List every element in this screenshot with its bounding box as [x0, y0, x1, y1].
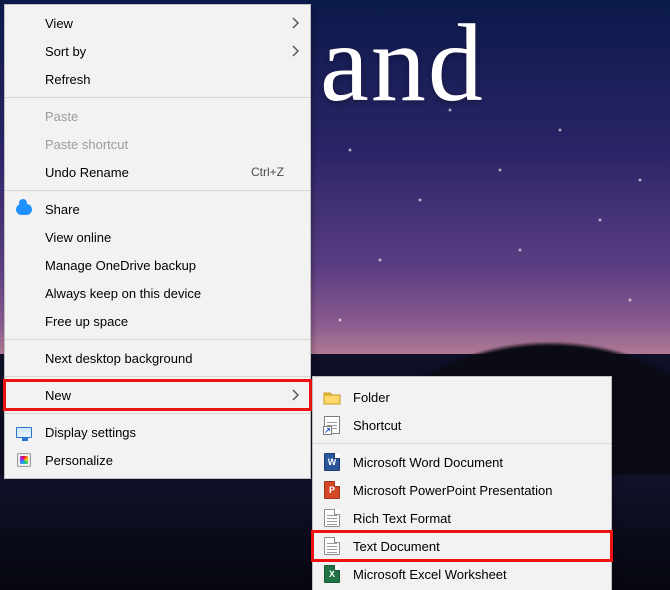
menu-separator	[313, 443, 611, 444]
menu-item-label: Refresh	[45, 72, 284, 87]
menu-item-label: Microsoft Word Document	[353, 455, 585, 470]
menu-item-view-online[interactable]: View online	[5, 223, 310, 251]
menu-item-label: Always keep on this device	[45, 286, 284, 301]
excel-file-icon: X	[323, 565, 341, 583]
word-file-icon: W	[323, 453, 341, 471]
rtf-file-icon	[323, 509, 341, 527]
menu-item-next-desktop-background[interactable]: Next desktop background	[5, 344, 310, 372]
wallpaper-script-text: and	[320, 0, 485, 127]
menu-separator	[5, 339, 310, 340]
desktop-context-menu: View Sort by Refresh Paste Paste shortcut Und…	[4, 4, 311, 479]
menu-item-manage-onedrive-backup[interactable]: Manage OneDrive backup	[5, 251, 310, 279]
cloud-icon	[15, 200, 33, 218]
new-item-rich-text-format[interactable]: Rich Text Format	[313, 504, 611, 532]
paint-icon	[15, 451, 33, 469]
menu-item-label: Microsoft Excel Worksheet	[353, 567, 585, 582]
menu-item-new[interactable]: New	[5, 381, 310, 409]
menu-item-free-up-space[interactable]: Free up space	[5, 307, 310, 335]
menu-item-label: Microsoft PowerPoint Presentation	[353, 483, 585, 498]
menu-item-label: Paste	[45, 109, 284, 124]
menu-item-label: Folder	[353, 390, 585, 405]
menu-item-undo-rename[interactable]: Undo Rename Ctrl+Z	[5, 158, 310, 186]
new-item-folder[interactable]: Folder	[313, 383, 611, 411]
menu-item-label: Text Document	[353, 539, 585, 554]
menu-item-share[interactable]: Share	[5, 195, 310, 223]
menu-item-label: Free up space	[45, 314, 284, 329]
menu-item-label: Share	[45, 202, 284, 217]
menu-item-label: Next desktop background	[45, 351, 284, 366]
monitor-icon	[15, 423, 33, 441]
menu-item-view[interactable]: View	[5, 9, 310, 37]
menu-item-sort-by[interactable]: Sort by	[5, 37, 310, 65]
chevron-right-icon	[292, 389, 300, 401]
menu-separator	[5, 97, 310, 98]
menu-item-label: Undo Rename	[45, 165, 235, 180]
menu-item-refresh[interactable]: Refresh	[5, 65, 310, 93]
shortcut-file-icon: ↗	[323, 416, 341, 434]
menu-item-display-settings[interactable]: Display settings	[5, 418, 310, 446]
folder-file-icon	[323, 388, 341, 406]
menu-item-label: View online	[45, 230, 284, 245]
menu-item-label: Manage OneDrive backup	[45, 258, 284, 273]
menu-item-label: Personalize	[45, 453, 284, 468]
menu-item-label: Rich Text Format	[353, 511, 585, 526]
menu-item-label: Shortcut	[353, 418, 585, 433]
new-item-microsoft-word-document[interactable]: W Microsoft Word Document	[313, 448, 611, 476]
menu-item-label: View	[45, 16, 284, 31]
new-item-microsoft-powerpoint-presentation[interactable]: P Microsoft PowerPoint Presentation	[313, 476, 611, 504]
new-item-shortcut[interactable]: ↗ Shortcut	[313, 411, 611, 439]
menu-separator	[5, 413, 310, 414]
chevron-right-icon	[292, 17, 300, 29]
menu-item-paste-shortcut: Paste shortcut	[5, 130, 310, 158]
menu-item-personalize[interactable]: Personalize	[5, 446, 310, 474]
menu-item-label: Display settings	[45, 425, 284, 440]
menu-item-label: Paste shortcut	[45, 137, 284, 152]
menu-item-accelerator: Ctrl+Z	[251, 165, 284, 179]
ppt-file-icon: P	[323, 481, 341, 499]
menu-item-label: New	[45, 388, 284, 403]
new-item-microsoft-excel-worksheet[interactable]: X Microsoft Excel Worksheet	[313, 560, 611, 588]
new-item-text-document[interactable]: Text Document	[313, 532, 611, 560]
menu-item-label: Sort by	[45, 44, 284, 59]
txt-file-icon	[323, 537, 341, 555]
chevron-right-icon	[292, 45, 300, 57]
menu-separator	[5, 190, 310, 191]
menu-item-always-keep-on-this-device[interactable]: Always keep on this device	[5, 279, 310, 307]
menu-item-paste: Paste	[5, 102, 310, 130]
menu-separator	[5, 376, 310, 377]
new-submenu: Folder ↗ Shortcut W Microsoft Word Document P…	[312, 376, 612, 590]
